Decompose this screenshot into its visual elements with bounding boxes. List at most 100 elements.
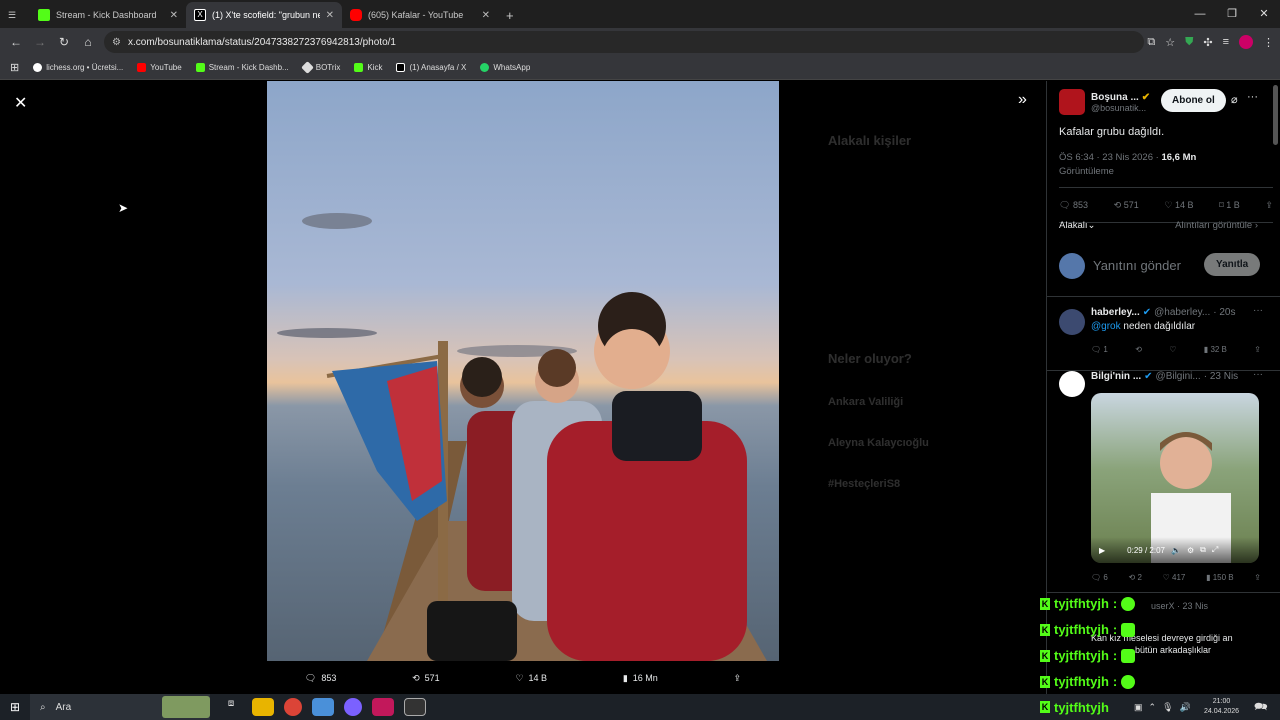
tab-kick-dashboard[interactable]: Stream - Kick Dashboard ✕ [30,2,186,28]
file-explorer-icon[interactable] [252,698,274,716]
mention-link[interactable]: @grok [1091,321,1121,332]
tab-youtube[interactable]: (605) Kafalar - YouTube ✕ [342,2,498,28]
sort-dropdown[interactable]: Alakalı⌄ [1059,220,1095,231]
browser-menu-icon[interactable]: ⋮ [1263,36,1274,49]
reply-button[interactable]: Yanıtla [1204,253,1261,276]
chevron-up-icon[interactable]: ⌃ [1149,702,1157,713]
follow-button[interactable]: Abone ol [1161,89,1226,112]
reply-author-name[interactable]: haberley... [1091,307,1140,318]
share-icon[interactable]: ⇪ [1254,573,1261,582]
share-action[interactable]: ⇪ [734,673,742,684]
bookmark-youtube[interactable]: YouTube [137,63,182,72]
apps-grid-icon[interactable]: ⊞ [10,61,19,74]
reply-action[interactable]: 🗨 6 [1091,573,1108,582]
taskbar-clock[interactable]: 21:00 24.04.2026 [1204,697,1239,717]
share-icon[interactable]: ⇪ [1265,200,1273,211]
play-icon[interactable]: ▶ [1099,546,1105,555]
heart-icon[interactable]: ♡ [1169,345,1176,354]
tab-close-icon[interactable]: ✕ [482,10,490,21]
post-photo[interactable] [267,81,779,661]
tab-close-icon[interactable]: ✕ [326,10,334,21]
bookmark-x-home[interactable]: (1) Anasayfa / X [396,63,466,72]
reply-avatar[interactable] [1059,309,1085,335]
repost-action[interactable]: ⟲ 2 [1129,573,1142,582]
settings-icon[interactable]: ⚙ [1187,546,1194,555]
reply-video[interactable]: ▶ 0:29 / 2:07 🔈 ⚙ ⧉ ⤢ [1091,393,1259,563]
like-action[interactable]: ♡ 14 B [515,673,547,684]
like-stat[interactable]: ♡ 14 B [1164,200,1193,211]
bookmark-stat[interactable]: ⌑ 1 B [1219,200,1240,211]
views-action[interactable]: ▮ 16 Mn [623,673,658,684]
reply-item[interactable]: haberley... ✔ @haberley... · 20s ··· @grok… [1047,299,1280,371]
home-icon[interactable]: ⌂ [76,35,100,49]
like-action[interactable]: ♡ 417 [1163,573,1186,582]
post-timestamp[interactable]: ÖS 6:34 · 23 Nis 2026 · [1059,152,1161,163]
extensions-icon[interactable]: ✣ [1203,36,1212,49]
bookmark-star-icon[interactable]: ☆ [1165,36,1175,49]
minimize-icon[interactable]: — [1184,0,1216,28]
view-quotes-link[interactable]: Alıntıları görüntüle › [1175,220,1258,231]
repost-action[interactable]: ⟲ 571 [412,673,440,684]
scrollbar[interactable] [1273,85,1278,145]
obs-icon[interactable] [404,698,426,716]
bookmark-botrix[interactable]: BOTrix [300,61,340,74]
microphone-icon[interactable]: 🎙 [1162,702,1173,713]
bookmark-lichess[interactable]: lichess.org • Ücretsi... [33,63,123,72]
author-avatar[interactable] [1059,89,1085,115]
reply-action[interactable]: 🗨 1 [1091,345,1108,354]
author-handle[interactable]: @bosunatik... [1091,103,1150,113]
close-window-icon[interactable]: ✕ [1248,0,1280,28]
reply-item[interactable]: Bilgi'nin ... ✔ @Bilgini... · 23 Nis ··· ▶… [1047,369,1280,593]
forward-icon[interactable]: → [28,35,52,49]
search-highlight-image [162,696,210,718]
collapse-panel-icon[interactable]: » [1018,91,1027,109]
views-action[interactable]: ▮ 150 B [1206,573,1234,582]
more-options-icon[interactable]: ··· [1253,305,1263,316]
pip-icon[interactable]: ⧉ [1200,545,1206,555]
reply-avatar[interactable] [1059,371,1085,397]
share-icon[interactable]: ⇪ [1254,345,1261,354]
install-app-icon[interactable]: ⧉ [1147,36,1155,49]
back-icon[interactable]: ← [4,35,28,49]
new-tab-button[interactable]: + [498,2,524,28]
app-icon[interactable] [372,698,394,716]
reply-action[interactable]: 🗨 853 [305,673,336,684]
site-info-icon[interactable]: ⚙ [112,37,121,48]
repost-stat[interactable]: ⟲ 571 [1114,200,1139,211]
bookmark-kick-dashboard[interactable]: Stream - Kick Dashb... [195,63,289,72]
bookmark-kick[interactable]: Kick [354,63,382,72]
user-avatar [1059,253,1085,279]
reply-input[interactable]: Yanıtını gönder [1093,258,1181,273]
app-icon[interactable] [312,698,334,716]
restore-icon[interactable]: ❐ [1216,0,1248,28]
task-view-icon[interactable]: ⧈ [220,698,242,716]
fullscreen-icon[interactable]: ⤢ [1212,545,1218,555]
app-icon[interactable] [344,698,362,716]
tab-search-button[interactable]: ☰ [0,2,30,28]
grok-icon[interactable]: ⌀ [1231,93,1238,106]
chrome-icon[interactable] [284,698,302,716]
profile-avatar[interactable] [1239,35,1253,49]
windows-start-icon[interactable]: ⊞ [10,700,20,714]
tab-x-post[interactable]: X (1) X'te scofield: "grubun neden ✕ [186,2,342,28]
speaker-icon[interactable]: 🔊 [1180,702,1191,713]
notifications-icon[interactable]: 🗪 [1254,698,1268,717]
reload-icon[interactable]: ↻ [52,35,76,49]
more-options-icon[interactable]: ··· [1253,369,1263,380]
more-options-icon[interactable]: ··· [1247,91,1258,103]
repost-icon[interactable]: ⟲ [1135,345,1142,354]
extension-shield-icon[interactable]: ⛊ [1185,36,1193,49]
close-icon[interactable]: ✕ [14,93,27,113]
tab-close-icon[interactable]: ✕ [170,10,178,21]
author-name[interactable]: Boşuna ... [1091,92,1139,103]
views-action[interactable]: ▮ 32 B [1204,345,1227,354]
kick-favicon-icon [38,9,50,21]
volume-icon[interactable]: 🔈 [1171,546,1181,555]
taskbar-search[interactable]: ⌕ Ara [30,694,210,720]
tab-search-list-icon[interactable]: ≡ [1223,36,1229,48]
reply-author-name[interactable]: Bilgi'nin ... [1091,371,1141,382]
reply-stat[interactable]: 🗨 853 [1059,200,1088,211]
bookmark-whatsapp[interactable]: WhatsApp [480,63,530,72]
address-bar[interactable]: ⚙ x.com/bosunatiklama/status/20473382723… [104,31,1144,53]
tray-app-icon[interactable]: ▣ [1134,702,1143,713]
